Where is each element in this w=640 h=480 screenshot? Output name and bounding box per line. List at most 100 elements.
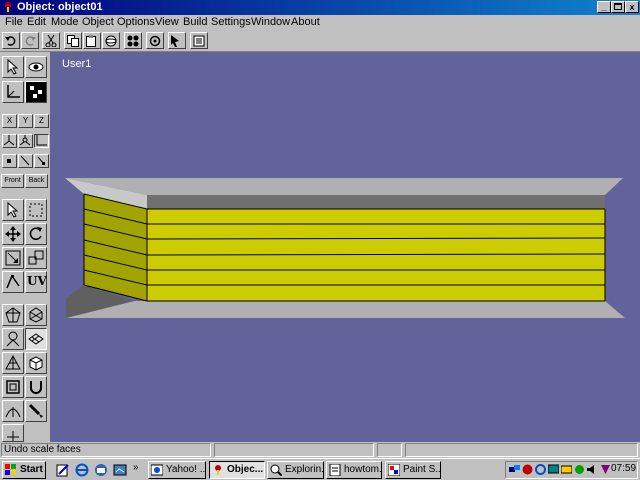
tray-network-icon[interactable] xyxy=(509,464,520,475)
task-howtom[interactable]: howtom... xyxy=(326,461,382,479)
uv-tool-button[interactable]: UV xyxy=(25,271,47,293)
title-bar[interactable]: Object: object01 _ x xyxy=(0,0,640,15)
mesh-tool-3-button[interactable] xyxy=(2,328,24,350)
quicklaunch-edit-icon[interactable] xyxy=(56,463,70,477)
snap-line-button[interactable] xyxy=(18,154,33,168)
snap-corner-button[interactable] xyxy=(34,154,49,168)
rotate-tool-button[interactable] xyxy=(25,223,47,245)
menu-view[interactable]: View xyxy=(155,16,179,28)
redo-icon xyxy=(25,36,36,46)
start-button[interactable]: Start xyxy=(2,461,46,479)
tray-shield-icon[interactable] xyxy=(600,464,611,475)
quicklaunch-desktop-icon[interactable] xyxy=(113,463,127,477)
maximize-button[interactable] xyxy=(611,1,625,13)
axis-tool-button[interactable] xyxy=(2,81,24,103)
menu-object[interactable]: Object xyxy=(82,16,114,28)
copy-button[interactable] xyxy=(64,32,82,49)
move-icon xyxy=(5,226,21,242)
tray-app-icon[interactable] xyxy=(522,464,533,475)
mesh-lattice-icon xyxy=(28,333,44,345)
snap-icon xyxy=(171,35,179,47)
task-label: Objec... xyxy=(227,464,264,475)
select-faces-button[interactable] xyxy=(2,199,24,221)
box-select-button[interactable] xyxy=(25,199,47,221)
task-paint-shop[interactable]: Paint S... xyxy=(385,461,441,479)
status-message-panel: Undo scale faces xyxy=(1,443,211,457)
axis-x-toggle[interactable]: X xyxy=(2,114,17,128)
undo-icon xyxy=(5,36,16,46)
parent-axis-icon xyxy=(19,135,31,146)
mesh-tool-1-button[interactable] xyxy=(2,304,24,326)
magnet-tool-button[interactable] xyxy=(25,376,47,398)
vertex-tool-button[interactable] xyxy=(2,271,24,293)
wire-box-icon xyxy=(29,307,43,323)
scale-tool-button[interactable] xyxy=(2,247,24,269)
status-message: Undo scale faces xyxy=(4,444,81,455)
quicklaunch-more[interactable]: » xyxy=(133,462,139,473)
undo-button[interactable] xyxy=(2,32,20,49)
mesh-pivot-icon xyxy=(7,431,19,441)
list-button[interactable] xyxy=(190,32,208,49)
rotate-button[interactable] xyxy=(146,32,164,49)
menu-options[interactable]: Options xyxy=(117,16,155,28)
task-exploring[interactable]: Explorin... xyxy=(267,461,324,479)
quicklaunch-ie-icon[interactable] xyxy=(75,463,89,477)
close-button[interactable]: x xyxy=(625,1,639,13)
vertex-icon xyxy=(6,274,20,289)
scale-icon xyxy=(5,250,21,266)
menu-mode[interactable]: Mode xyxy=(51,16,79,28)
mesh-tool-5-button[interactable] xyxy=(2,352,24,374)
axis-y-toggle[interactable]: Y xyxy=(18,114,33,128)
paint-tool-button[interactable] xyxy=(25,400,47,422)
snap-button[interactable] xyxy=(168,32,186,49)
menu-window[interactable]: Window xyxy=(251,16,290,28)
mesh-tool-6-button[interactable] xyxy=(25,352,47,374)
axis-z-toggle[interactable]: Z xyxy=(34,114,49,128)
parent-axis-button[interactable] xyxy=(18,134,33,148)
quicklaunch-outlook-icon[interactable] xyxy=(94,463,108,477)
back-view-button[interactable]: Back xyxy=(25,174,48,188)
local-axis-button[interactable] xyxy=(2,134,17,148)
menu-settings[interactable]: Settings xyxy=(211,16,251,28)
mesh-tool-7-button[interactable] xyxy=(2,376,24,398)
magnet-icon xyxy=(30,381,42,394)
stretch-tool-button[interactable] xyxy=(25,247,47,269)
tray-ie-icon[interactable] xyxy=(535,464,546,475)
mesh-tool-8-button[interactable] xyxy=(2,400,24,422)
select-tool-button[interactable] xyxy=(2,56,24,78)
tray-card-icon[interactable] xyxy=(561,464,572,475)
group-button[interactable] xyxy=(124,32,142,49)
paste-button[interactable] xyxy=(83,32,101,49)
redo-button[interactable] xyxy=(21,32,39,49)
points-tool-button[interactable] xyxy=(25,81,47,103)
cut-button[interactable] xyxy=(42,32,60,49)
tray-monitor-icon[interactable] xyxy=(548,464,559,475)
menu-file[interactable]: File xyxy=(5,16,23,28)
menu-bar: File Edit Mode Object Options View Build… xyxy=(0,15,640,30)
minimize-button[interactable]: _ xyxy=(597,1,611,13)
status-bar: Undo scale faces xyxy=(0,442,640,458)
world-axis-button[interactable] xyxy=(34,134,49,148)
mesh-tool-4-button[interactable] xyxy=(25,328,47,350)
view-tool-button[interactable] xyxy=(25,56,47,78)
move-tool-button[interactable] xyxy=(2,223,24,245)
menu-build[interactable]: Build xyxy=(183,16,207,28)
windows-logo-icon xyxy=(5,464,16,475)
app-icon xyxy=(5,2,11,12)
toolbar xyxy=(0,30,640,52)
tray-user-icon[interactable] xyxy=(574,464,585,475)
task-object[interactable]: Objec... xyxy=(209,461,265,479)
front-view-button[interactable]: Front xyxy=(1,174,24,188)
tray-speaker-icon[interactable] xyxy=(587,464,598,475)
task-yahoo[interactable]: Yahoo! ... xyxy=(148,461,206,479)
sphere-icon xyxy=(105,35,117,47)
viewport-user1[interactable]: User1 xyxy=(50,52,640,442)
mesh-tool-9-button[interactable] xyxy=(2,424,24,442)
menu-edit[interactable]: Edit xyxy=(27,16,46,28)
beam-object[interactable] xyxy=(50,52,640,442)
mesh-tool-2-button[interactable] xyxy=(25,304,47,326)
snap-point-button[interactable] xyxy=(2,154,17,168)
menu-about[interactable]: About xyxy=(291,16,320,28)
arrow-pointer-icon xyxy=(7,59,19,75)
sphere-button[interactable] xyxy=(102,32,120,49)
